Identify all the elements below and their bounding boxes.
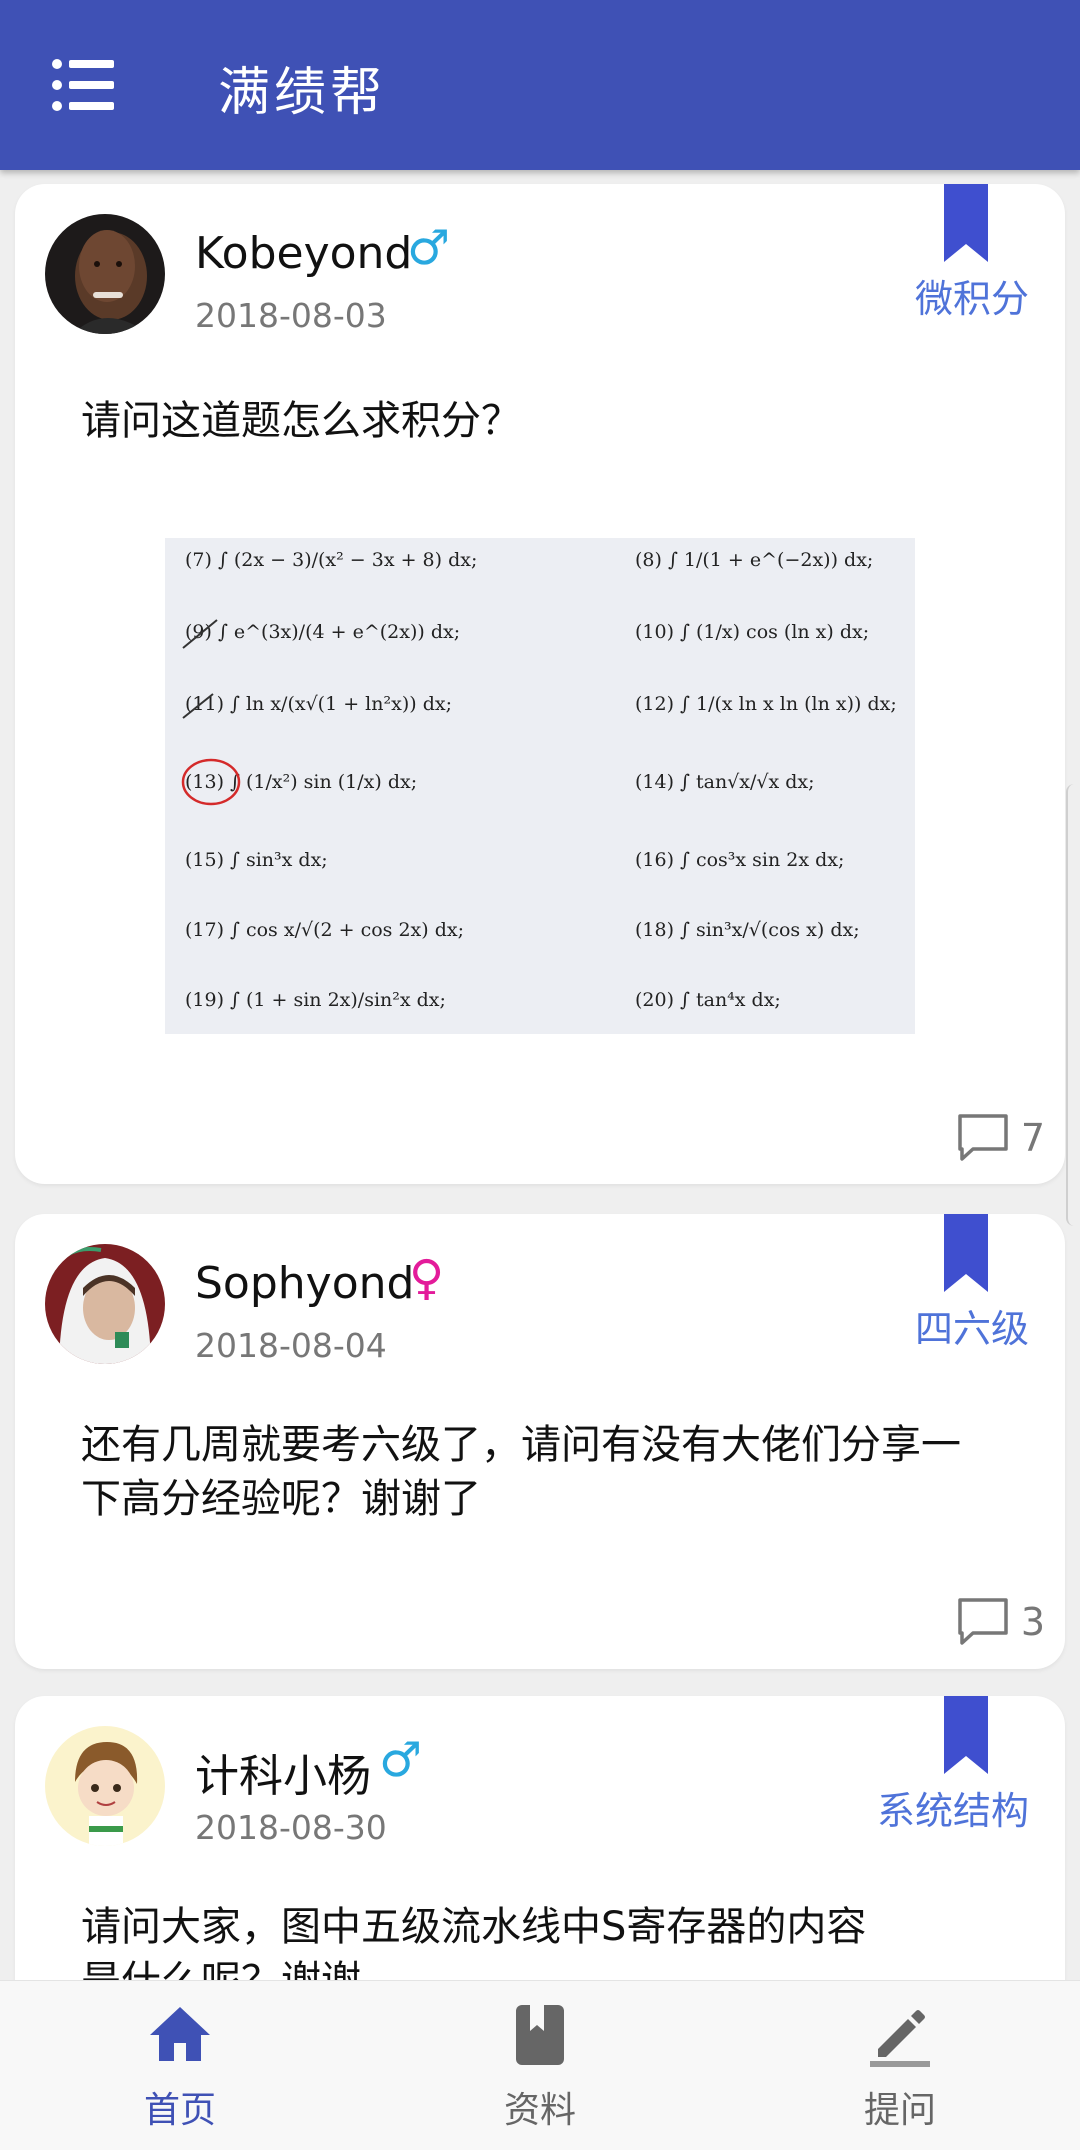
category-tag[interactable]: 微积分 (915, 268, 1029, 323)
app-title: 满绩帮 (218, 63, 387, 123)
problem-item: (17) ∫ cos x/√(2 + cos 2x) dx; (185, 919, 464, 941)
post-image[interactable]: (7) ∫ (2x − 3)/(x² − 3x + 8) dx; (8) ∫ 1… (165, 538, 915, 1034)
bookmark-icon (944, 1214, 988, 1292)
female-gender-icon: ♀ (409, 1250, 445, 1306)
problem-item: (8) ∫ 1/(1 + e^(−2x)) dx; (635, 549, 873, 571)
bottom-navigation: 首页 资料 提问 (0, 1980, 1080, 2150)
bookmark-icon (944, 184, 988, 262)
comment-count: 3 (1020, 1600, 1045, 1644)
post-card[interactable]: Sophyond ♀ 2018-08-04 四六级 还有几周就要考六级了，请问有… (15, 1214, 1065, 1669)
post-card[interactable]: 计科小杨 ♂ 2018-08-30 系统结构 请问大家，图中五级流水线中S寄存器… (15, 1696, 1065, 1980)
nav-label: 提问 (863, 2090, 936, 2131)
hamburger-menu-icon[interactable] (52, 58, 114, 112)
scrollbar[interactable] (1066, 784, 1080, 1226)
username[interactable]: Sophyond (195, 1258, 414, 1309)
avatar[interactable] (45, 214, 165, 334)
problem-item: (11) ∫ ln x/(x√(1 + ln²x)) dx; (185, 693, 452, 715)
problem-item: (10) ∫ (1/x) cos (ln x) dx; (635, 621, 869, 643)
category-tag[interactable]: 四六级 (915, 1298, 1029, 1353)
book-icon (516, 2005, 564, 2065)
math-problems-image: (7) ∫ (2x − 3)/(x² − 3x + 8) dx; (8) ∫ 1… (165, 538, 915, 1034)
comment-button[interactable]: 7 (957, 1110, 1045, 1166)
post-text[interactable]: 请问这道题怎么求积分？ (81, 394, 999, 448)
username[interactable]: Kobeyond (195, 228, 412, 279)
edit-pencil-icon (870, 2010, 930, 2067)
app-bar: 满绩帮 (0, 0, 1080, 170)
post-card[interactable]: Kobeyond ♂ 2018-08-03 微积分 请问这道题怎么求积分？ (7… (15, 184, 1065, 1184)
problem-item: (16) ∫ cos³x sin 2x dx; (635, 849, 844, 871)
avatar[interactable] (45, 1726, 165, 1846)
post-date: 2018-08-04 (195, 1326, 387, 1365)
comment-icon (958, 1598, 1008, 1645)
problem-item: (19) ∫ (1 + sin 2x)/sin²x dx; (185, 989, 446, 1011)
post-text[interactable]: 还有几周就要考六级了，请问有没有大佬们分享一下高分经验呢？谢谢了 (81, 1418, 999, 1526)
nav-label: 资料 (503, 2090, 576, 2131)
problem-item: (20) ∫ tan⁴x dx; (635, 989, 781, 1011)
bookmark-icon (944, 1696, 988, 1774)
nav-label: 首页 (143, 2090, 216, 2131)
male-gender-icon: ♂ (379, 1732, 423, 1788)
nav-home[interactable]: 首页 (80, 1981, 280, 2150)
problem-item: (13) ∫ (1/x²) sin (1/x) dx; (185, 771, 417, 793)
problem-item: (15) ∫ sin³x dx; (185, 849, 328, 871)
comment-icon (958, 1114, 1008, 1161)
category-tag[interactable]: 系统结构 (877, 1780, 1029, 1835)
problem-item: (9) ∫ e^(3x)/(4 + e^(2x)) dx; (185, 621, 460, 643)
problem-item: (12) ∫ 1/(x ln x ln (ln x)) dx; (635, 693, 897, 715)
comment-count: 7 (1020, 1116, 1045, 1160)
problem-item: (7) ∫ (2x − 3)/(x² − 3x + 8) dx; (185, 549, 477, 571)
post-date: 2018-08-30 (195, 1808, 387, 1847)
problem-item: (18) ∫ sin³x/√(cos x) dx; (635, 919, 860, 941)
post-date: 2018-08-03 (195, 296, 387, 335)
post-feed[interactable]: Kobeyond ♂ 2018-08-03 微积分 请问这道题怎么求积分？ (7… (0, 170, 1080, 1980)
nav-ask[interactable]: 提问 (800, 1981, 1000, 2150)
avatar[interactable] (45, 1244, 165, 1364)
male-gender-icon: ♂ (407, 220, 451, 276)
post-text[interactable]: 请问大家，图中五级流水线中S寄存器的内容是什么呢？谢谢 (81, 1900, 895, 1980)
nav-materials[interactable]: 资料 (440, 1981, 640, 2150)
problem-item: (14) ∫ tan√x/√x dx; (635, 771, 815, 793)
comment-button[interactable]: 3 (957, 1594, 1045, 1650)
home-icon (150, 2007, 210, 2061)
username[interactable]: 计科小杨 (195, 1740, 371, 1804)
